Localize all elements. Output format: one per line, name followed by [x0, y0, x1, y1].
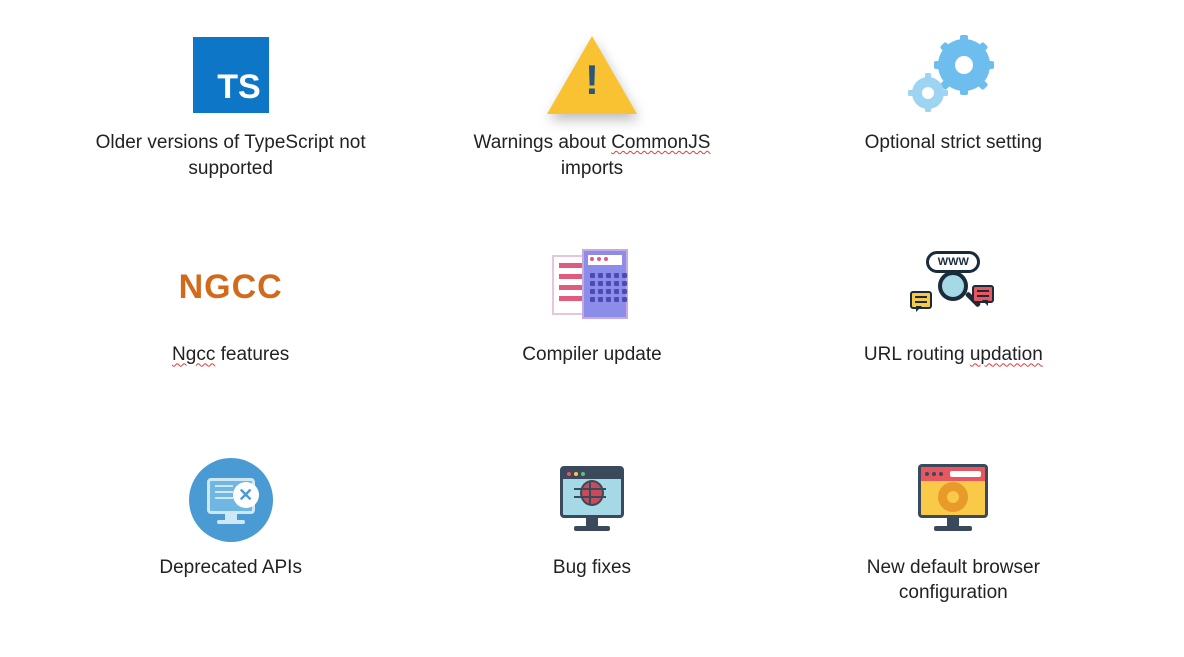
feature-url-routing: WWW URL routing updation [783, 232, 1124, 424]
feature-label: New default browser configuration [813, 555, 1093, 606]
ngcc-text: NGCC [179, 268, 283, 307]
feature-compiler: Compiler update [421, 232, 762, 424]
feature-typescript: TS Older versions of TypeScript not supp… [60, 20, 401, 212]
feature-grid: TS Older versions of TypeScript not supp… [60, 20, 1124, 637]
www-badge: WWW [926, 251, 980, 273]
typescript-logo: TS [193, 37, 269, 113]
ngcc-icon: NGCC [179, 242, 283, 332]
feature-strict-setting: Optional strict setting [783, 20, 1124, 212]
feature-label: Warnings about CommonJS imports [452, 130, 732, 181]
www-icon: WWW [908, 242, 998, 332]
feature-label: URL routing updation [864, 342, 1043, 368]
compiler-icon [552, 242, 632, 332]
feature-browser-config: New default browser configuration [783, 445, 1124, 637]
feature-label: Older versions of TypeScript not support… [91, 130, 371, 181]
feature-label: Compiler update [522, 342, 661, 368]
feature-label: Deprecated APIs [159, 555, 302, 581]
typescript-icon: TS [193, 30, 269, 120]
feature-ngcc: NGCC Ngcc features [60, 232, 401, 424]
deprecated-icon: ✕ [189, 455, 273, 545]
warning-icon [547, 30, 637, 120]
gears-icon [908, 30, 998, 120]
feature-deprecated-apis: ✕ Deprecated APIs [60, 445, 401, 637]
bug-icon [552, 455, 632, 545]
feature-label: Ngcc features [172, 342, 289, 368]
feature-bug-fixes: Bug fixes [421, 445, 762, 637]
feature-label: Bug fixes [553, 555, 631, 581]
browser-config-icon [910, 455, 996, 545]
feature-label: Optional strict setting [865, 130, 1042, 156]
feature-warnings: Warnings about CommonJS imports [421, 20, 762, 212]
